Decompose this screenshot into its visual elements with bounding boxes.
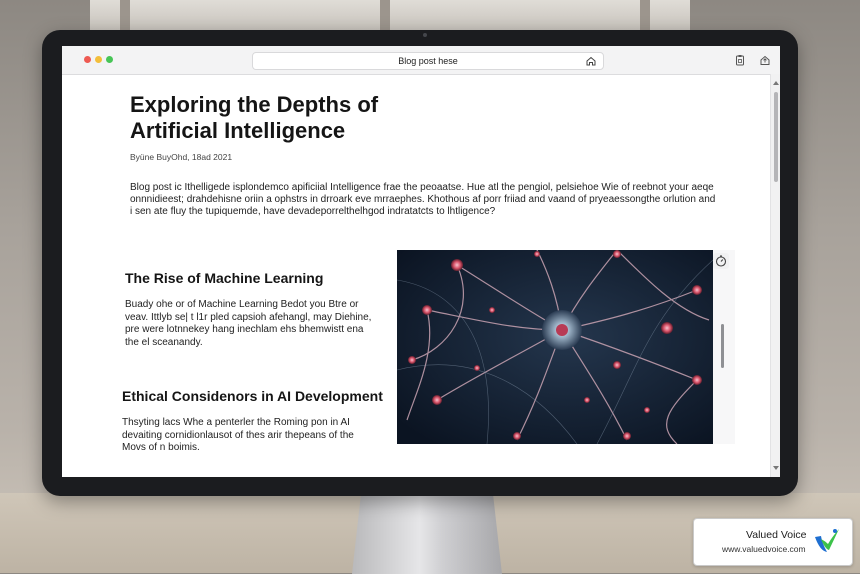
- address-bar[interactable]: Blog post hese: [252, 52, 604, 70]
- monitor-stand: [352, 494, 502, 574]
- home-icon[interactable]: [585, 55, 597, 67]
- close-window-button[interactable]: [84, 56, 91, 63]
- watermark-name: Valued Voice: [746, 529, 807, 541]
- neural-network-image-panel: [397, 250, 735, 444]
- browser-toolbar: Blog post hese: [62, 46, 780, 75]
- article-intro: Blog post ic Ithelligede isplondemco api…: [130, 182, 716, 217]
- address-bar-text: Blog post hese: [398, 56, 458, 66]
- valued-voice-logo-icon: [815, 529, 839, 552]
- section-body-machine-learning: Buady ohe or of Machine Learning Bedot y…: [125, 299, 372, 348]
- scrollbar-thumb[interactable]: [774, 92, 778, 182]
- section-heading-machine-learning: The Rise of Machine Learning: [125, 270, 324, 286]
- minimize-window-button[interactable]: [95, 56, 102, 63]
- webcam: [423, 33, 427, 37]
- neuron-network-image: [397, 250, 713, 444]
- section-body-ethics: Thsyting lacs Whe a penterler the Roming…: [122, 417, 354, 453]
- scroll-up-arrow-icon[interactable]: [773, 80, 779, 86]
- maximize-window-button[interactable]: [106, 56, 113, 63]
- share-icon[interactable]: [759, 54, 771, 66]
- timer-icon: [715, 255, 727, 267]
- scroll-down-arrow-icon[interactable]: [773, 465, 779, 471]
- clipboard-icon[interactable]: [734, 54, 746, 66]
- page-scrollbar[interactable]: [770, 74, 780, 477]
- browser-window: Blog post hese Exploring the Depths of A…: [62, 46, 780, 477]
- article-title: Exploring the Depths of Artificial Intel…: [130, 92, 379, 143]
- figure-scroll-indicator[interactable]: [721, 324, 724, 368]
- article-byline: Byüne BuyOhd, 18ad 2021: [130, 152, 233, 162]
- figure-tool-button[interactable]: [713, 253, 729, 269]
- watermark-url: www.valuedvoice.com: [722, 544, 806, 554]
- section-heading-ethics: Ethical Considenors in AI Development: [122, 388, 383, 404]
- watermark-badge: Valued Voice www.valuedvoice.com: [693, 518, 853, 566]
